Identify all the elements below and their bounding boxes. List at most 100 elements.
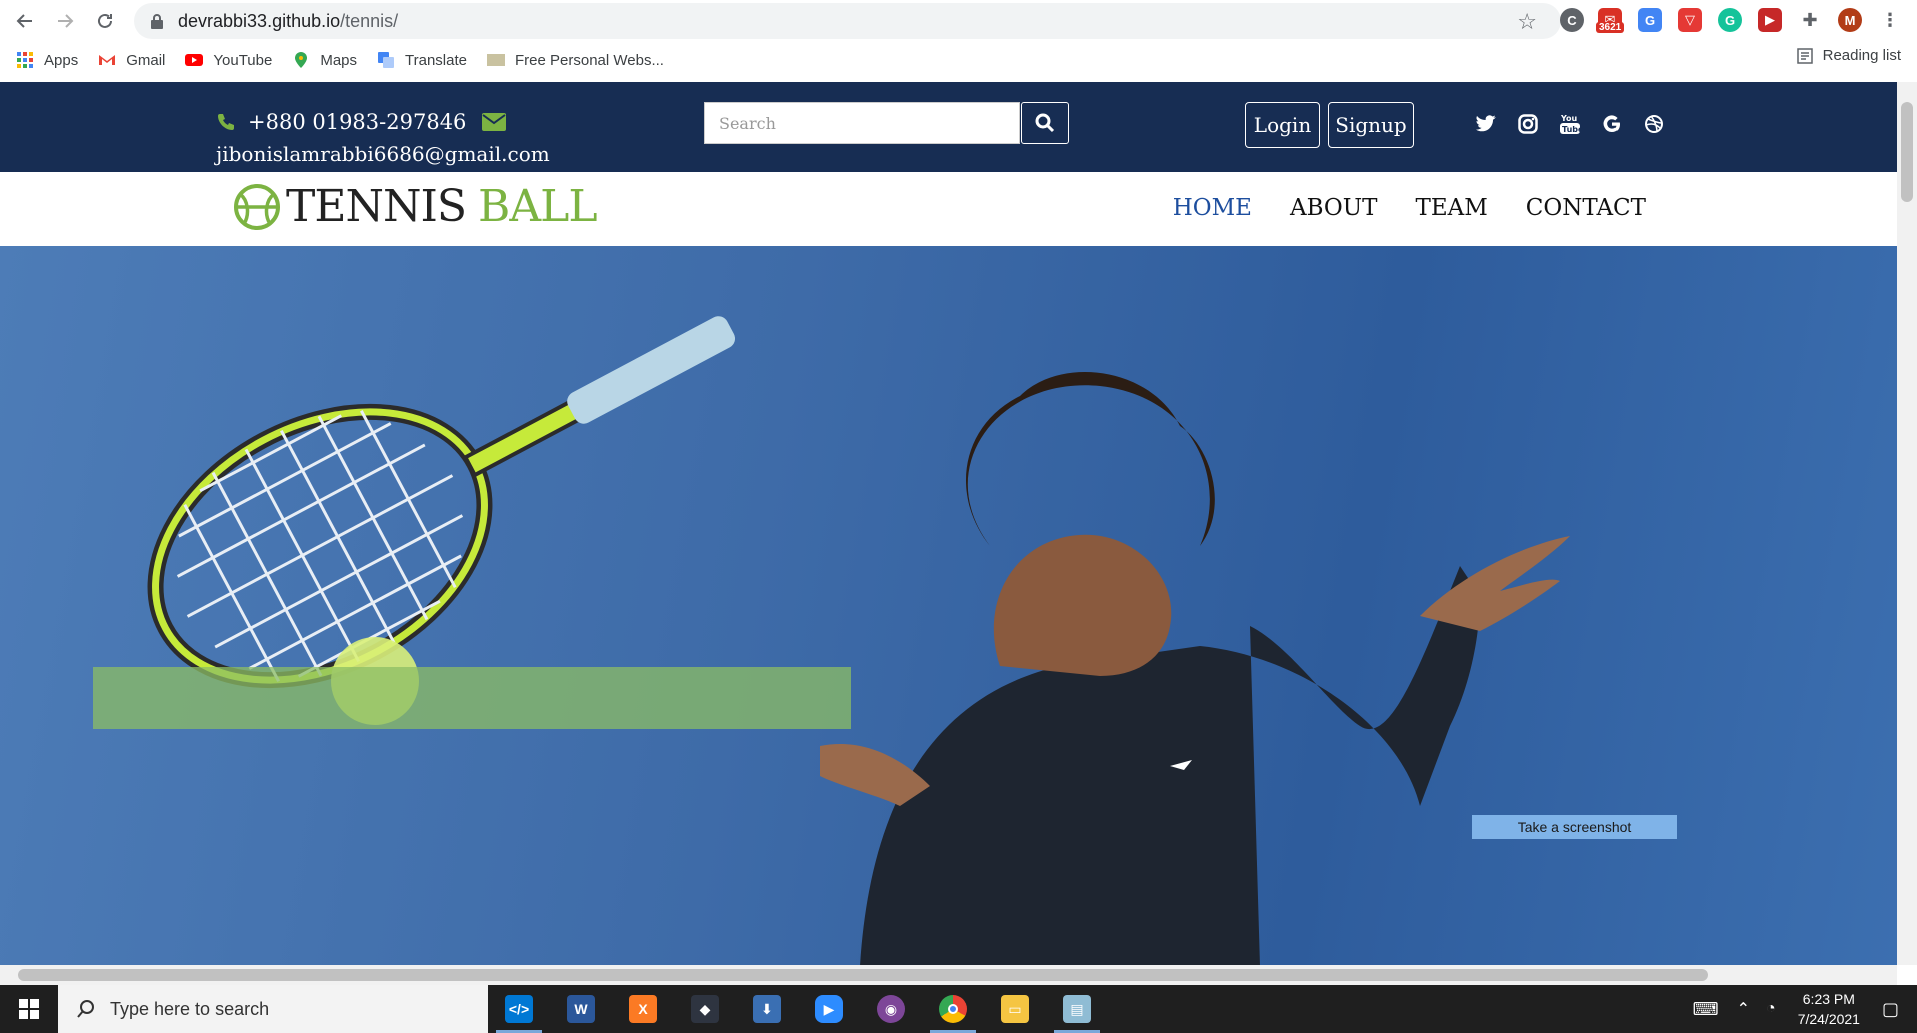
hero-caption-band: [93, 667, 851, 729]
windows-taskbar: Type here to search </> W X ◆ ⬇ ▶ ◉ ▭ ▤ …: [0, 985, 1917, 1033]
word-taskbar-icon[interactable]: W: [550, 985, 612, 1033]
hero-banner: Take a screenshot: [0, 246, 1897, 965]
reading-list-label: Reading list: [1822, 47, 1901, 64]
app-taskbar-icon[interactable]: ◆: [674, 985, 736, 1033]
youtube-social-icon[interactable]: You Tube: [1558, 112, 1582, 136]
bookmark-label: YouTube: [213, 51, 273, 69]
grammarly-icon[interactable]: G: [1718, 8, 1742, 32]
nav-team[interactable]: TEAM: [1415, 195, 1487, 221]
webpage: +880 01983-297846 jibonislamrabbi6686@gm…: [0, 82, 1897, 965]
tor-taskbar-icon[interactable]: ◉: [860, 985, 922, 1033]
system-tray: ⌨ ⌃ ◔ 6:23 PM 7/24/2021 ▢: [1693, 985, 1917, 1033]
youtube-icon: [185, 54, 204, 66]
lock-icon: [151, 14, 163, 29]
take-screenshot-button[interactable]: Take a screenshot: [1472, 815, 1677, 839]
bookmark-apps[interactable]: Apps: [16, 51, 78, 69]
search-icon: [1035, 113, 1055, 133]
site-search-input[interactable]: Search: [704, 102, 1020, 144]
phone-number: +880 01983-297846: [248, 110, 467, 134]
bookmark-label: Maps: [320, 51, 358, 69]
bookmark-translate[interactable]: Translate: [377, 51, 467, 69]
dribbble-icon[interactable]: [1642, 112, 1666, 136]
site-search-button[interactable]: [1021, 102, 1069, 144]
file-explorer-taskbar-icon[interactable]: ▭: [984, 985, 1046, 1033]
taskbar-search-input[interactable]: Type here to search: [58, 985, 488, 1033]
notepad-taskbar-icon[interactable]: ▤: [1046, 985, 1108, 1033]
more-menu-icon[interactable]: ⋮: [1878, 8, 1902, 32]
main-menu: HOME ABOUT TEAM CONTACT: [1173, 195, 1646, 221]
gmail-icon: [99, 55, 116, 65]
signup-button[interactable]: Signup: [1328, 102, 1414, 148]
nav-home[interactable]: HOME: [1173, 195, 1252, 221]
clock-date: 7/24/2021: [1797, 1011, 1860, 1027]
pocket-extension-icon[interactable]: ▽: [1678, 8, 1702, 32]
logo-text-ball: BALL: [478, 181, 598, 232]
envelope-icon: [482, 113, 507, 131]
main-navbar: TENNIS BALL HOME ABOUT TEAM CONTACT: [0, 172, 1897, 246]
vscode-taskbar-icon[interactable]: </>: [488, 985, 550, 1033]
site-logo[interactable]: TENNIS BALL: [232, 181, 598, 232]
svg-text:You: You: [1560, 114, 1578, 123]
horizontal-scrollbar[interactable]: [0, 965, 1897, 985]
windows-start-icon[interactable]: [0, 985, 58, 1033]
login-button[interactable]: Login: [1245, 102, 1320, 148]
vertical-scroll-thumb[interactable]: [1901, 102, 1913, 202]
notifications-icon[interactable]: ▢: [1882, 999, 1899, 1020]
svg-text:Tube: Tube: [1562, 125, 1580, 134]
bookmark-label: Translate: [405, 51, 467, 69]
keyboard-icon[interactable]: ⌨: [1693, 999, 1719, 1020]
bookmark-label: Apps: [44, 51, 79, 69]
tennis-ball-icon: [234, 183, 280, 230]
address-bar[interactable]: devrabbi33.github.io/tennis/ ☆: [134, 3, 1561, 39]
website-thumbnail-icon: [487, 54, 505, 66]
nav-about[interactable]: ABOUT: [1290, 195, 1378, 221]
twitter-icon[interactable]: [1474, 112, 1498, 136]
contact-email[interactable]: jibonislamrabbi6686@gmail.com: [216, 142, 550, 166]
wifi-icon[interactable]: ◔: [1766, 1000, 1776, 1018]
profile-avatar[interactable]: M: [1838, 8, 1862, 32]
browser-toolbar: devrabbi33.github.io/tennis/ ☆ C ✉ 3621 G…: [0, 0, 1917, 82]
top-contact-bar: +880 01983-297846 jibonislamrabbi6686@gm…: [0, 82, 1897, 172]
bookmark-maps[interactable]: Maps: [292, 51, 357, 69]
bookmark-free-personal-webs[interactable]: Free Personal Webs...: [487, 51, 664, 69]
apps-grid-icon: [17, 52, 33, 68]
chrome-taskbar-icon[interactable]: [922, 985, 984, 1033]
store-taskbar-icon[interactable]: ⬇: [736, 985, 798, 1033]
horizontal-scroll-thumb[interactable]: [18, 969, 1708, 981]
google-icon[interactable]: [1600, 112, 1624, 136]
clock-time: 6:23 PM: [1802, 991, 1855, 1007]
taskbar-clock[interactable]: 6:23 PM 7/24/2021: [1798, 989, 1860, 1029]
forward-icon[interactable]: [50, 6, 80, 36]
url-path: /tennis/: [340, 10, 399, 31]
bookmark-youtube[interactable]: YouTube: [185, 51, 272, 69]
bookmark-star-icon[interactable]: ☆: [1517, 9, 1537, 35]
search-icon: [77, 1000, 94, 1018]
url-host: devrabbi33.github.io: [178, 10, 341, 31]
xampp-taskbar-icon[interactable]: X: [612, 985, 674, 1033]
extension-icon[interactable]: C: [1560, 8, 1584, 32]
bookmarks-bar: Apps Gmail YouTube Maps Translate Free P…: [0, 45, 1917, 75]
mail-badge: 3621: [1596, 22, 1625, 33]
bookmark-label: Gmail: [126, 51, 166, 69]
instagram-icon[interactable]: [1516, 112, 1540, 136]
reading-list-icon: [1796, 47, 1813, 64]
mail-extension-icon[interactable]: ✉ 3621: [1596, 8, 1625, 33]
nav-contact[interactable]: CONTACT: [1526, 195, 1646, 221]
phone-icon: [218, 114, 234, 130]
taskbar-search-placeholder: Type here to search: [110, 998, 270, 1019]
maps-pin-icon: [295, 52, 308, 68]
back-icon[interactable]: [10, 6, 40, 36]
zoom-taskbar-icon[interactable]: ▶: [798, 985, 860, 1033]
video-extension-icon[interactable]: ▶: [1758, 8, 1782, 32]
reading-list[interactable]: Reading list: [1796, 47, 1901, 64]
vertical-scrollbar[interactable]: [1897, 82, 1917, 965]
bookmark-label: Free Personal Webs...: [515, 51, 664, 69]
translate-extension-icon[interactable]: G: [1638, 8, 1662, 32]
puzzle-icon[interactable]: ✚: [1798, 8, 1822, 32]
chevron-up-icon[interactable]: ⌃: [1737, 999, 1750, 1019]
bookmark-gmail[interactable]: Gmail: [98, 51, 165, 69]
contact-phone: +880 01983-297846: [216, 110, 507, 134]
translate-icon: [378, 52, 395, 68]
hero-photo-tennis-player: [147, 316, 1570, 965]
reload-icon[interactable]: [90, 6, 120, 36]
